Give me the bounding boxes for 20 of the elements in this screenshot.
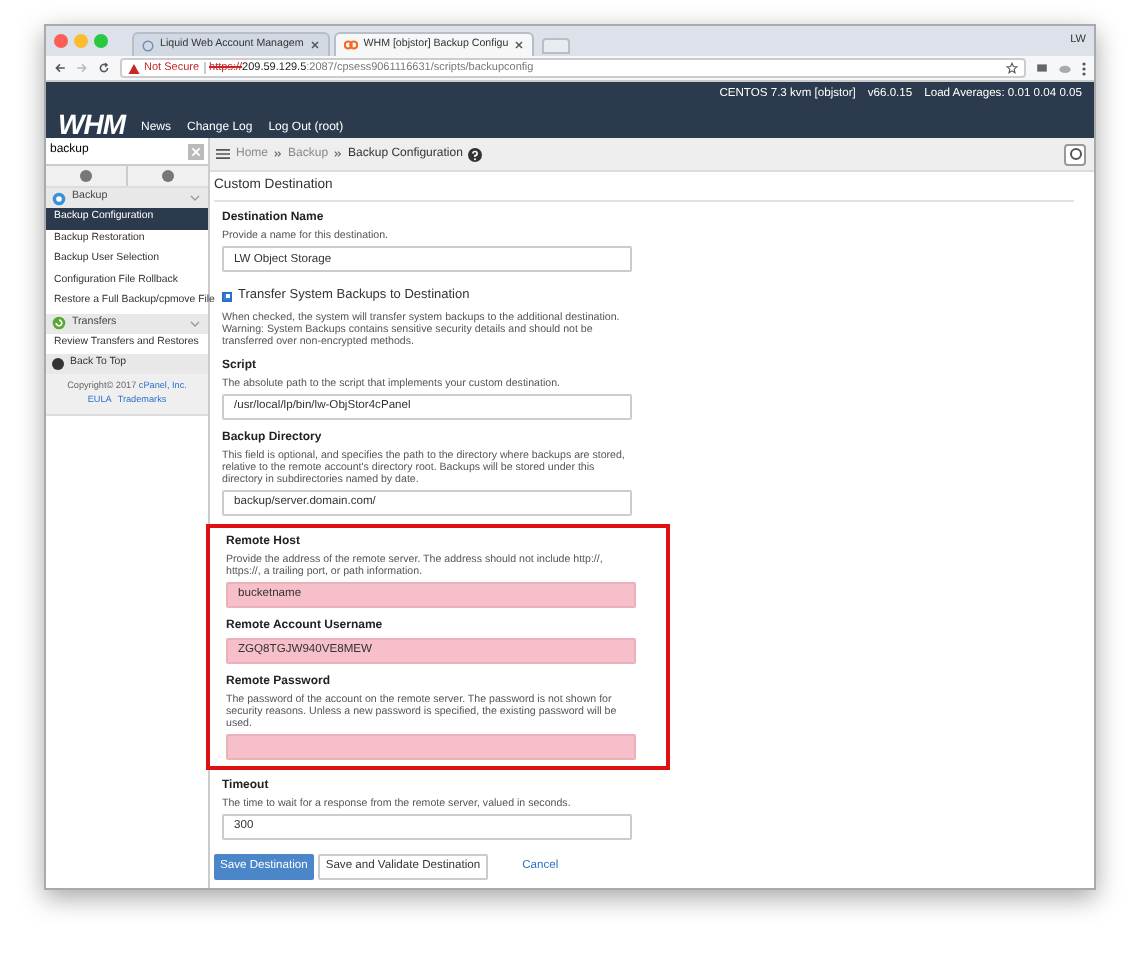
text-field[interactable]: [226, 733, 636, 760]
help-icon[interactable]: [468, 147, 483, 161]
chevron-icon[interactable]: [190, 194, 200, 202]
menu-icon[interactable]: [216, 148, 230, 160]
star-icon[interactable]: [1006, 62, 1018, 74]
refresh-icon: [52, 316, 66, 330]
target-icon[interactable]: [1064, 143, 1086, 165]
chevron-right-icon: [274, 150, 283, 158]
close-icon[interactable]: [309, 40, 320, 50]
chevron-right-icon: [334, 150, 343, 158]
logo-icon: [343, 40, 358, 50]
back-icon[interactable]: [54, 62, 66, 74]
warning-icon: [128, 63, 140, 73]
checkbox[interactable]: [222, 291, 232, 302]
chevron-icon[interactable]: [190, 319, 200, 327]
close-icon[interactable]: [514, 40, 525, 50]
clear-icon: [190, 145, 202, 157]
whm-logo: WHM: [58, 109, 125, 138]
globe-icon: [142, 39, 154, 51]
reload-icon[interactable]: [98, 62, 110, 74]
